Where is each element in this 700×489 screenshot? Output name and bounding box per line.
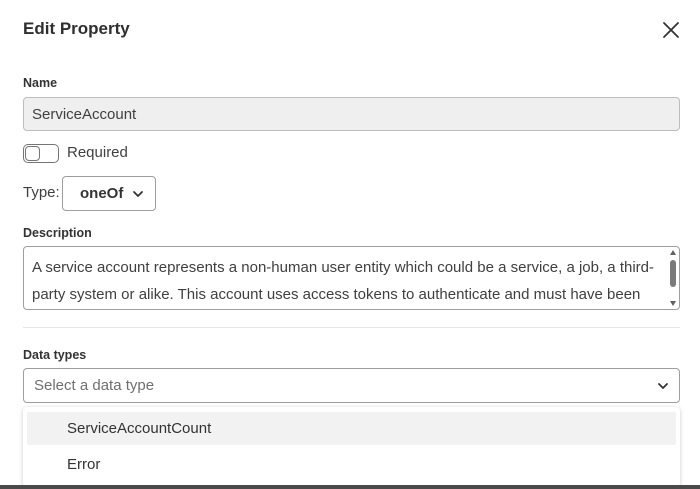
- dropdown-option-label: Error: [67, 456, 101, 473]
- required-toggle[interactable]: [23, 144, 59, 163]
- name-input[interactable]: [23, 97, 680, 131]
- description-text: A service account represents a non-human…: [32, 259, 654, 303]
- dropdown-option[interactable]: ServiceAccountCount: [27, 412, 676, 445]
- data-type-dropdown: ServiceAccountCount Error: [23, 407, 680, 487]
- chevron-down-icon: [133, 191, 143, 197]
- scroll-down-arrow-icon[interactable]: [670, 301, 676, 306]
- toggle-knob: [25, 146, 40, 161]
- description-label: Description: [23, 226, 92, 240]
- type-label: Type:: [23, 184, 60, 201]
- section-divider: [23, 327, 680, 328]
- type-select[interactable]: oneOf: [62, 176, 156, 211]
- data-type-select[interactable]: Select a data type: [23, 368, 680, 403]
- edit-property-dialog: Edit Property Name Required Type: oneOf …: [0, 0, 700, 487]
- data-types-label: Data types: [23, 348, 87, 362]
- dropdown-option[interactable]: Error: [27, 448, 676, 481]
- type-select-value: oneOf: [80, 185, 124, 202]
- chevron-down-icon: [658, 383, 668, 389]
- scroll-up-arrow-icon[interactable]: [670, 250, 676, 255]
- description-scrollbar[interactable]: [668, 248, 678, 308]
- data-type-placeholder: Select a data type: [34, 377, 155, 394]
- description-textarea[interactable]: A service account represents a non-human…: [23, 246, 680, 310]
- scroll-thumb[interactable]: [670, 260, 676, 287]
- background-overlay-edge: [0, 485, 700, 489]
- dialog-title: Edit Property: [23, 19, 130, 38]
- close-button[interactable]: [660, 19, 682, 41]
- name-label: Name: [23, 76, 58, 90]
- dropdown-option-label: ServiceAccountCount: [67, 420, 212, 437]
- close-icon: [663, 22, 679, 38]
- required-label: Required: [67, 144, 128, 161]
